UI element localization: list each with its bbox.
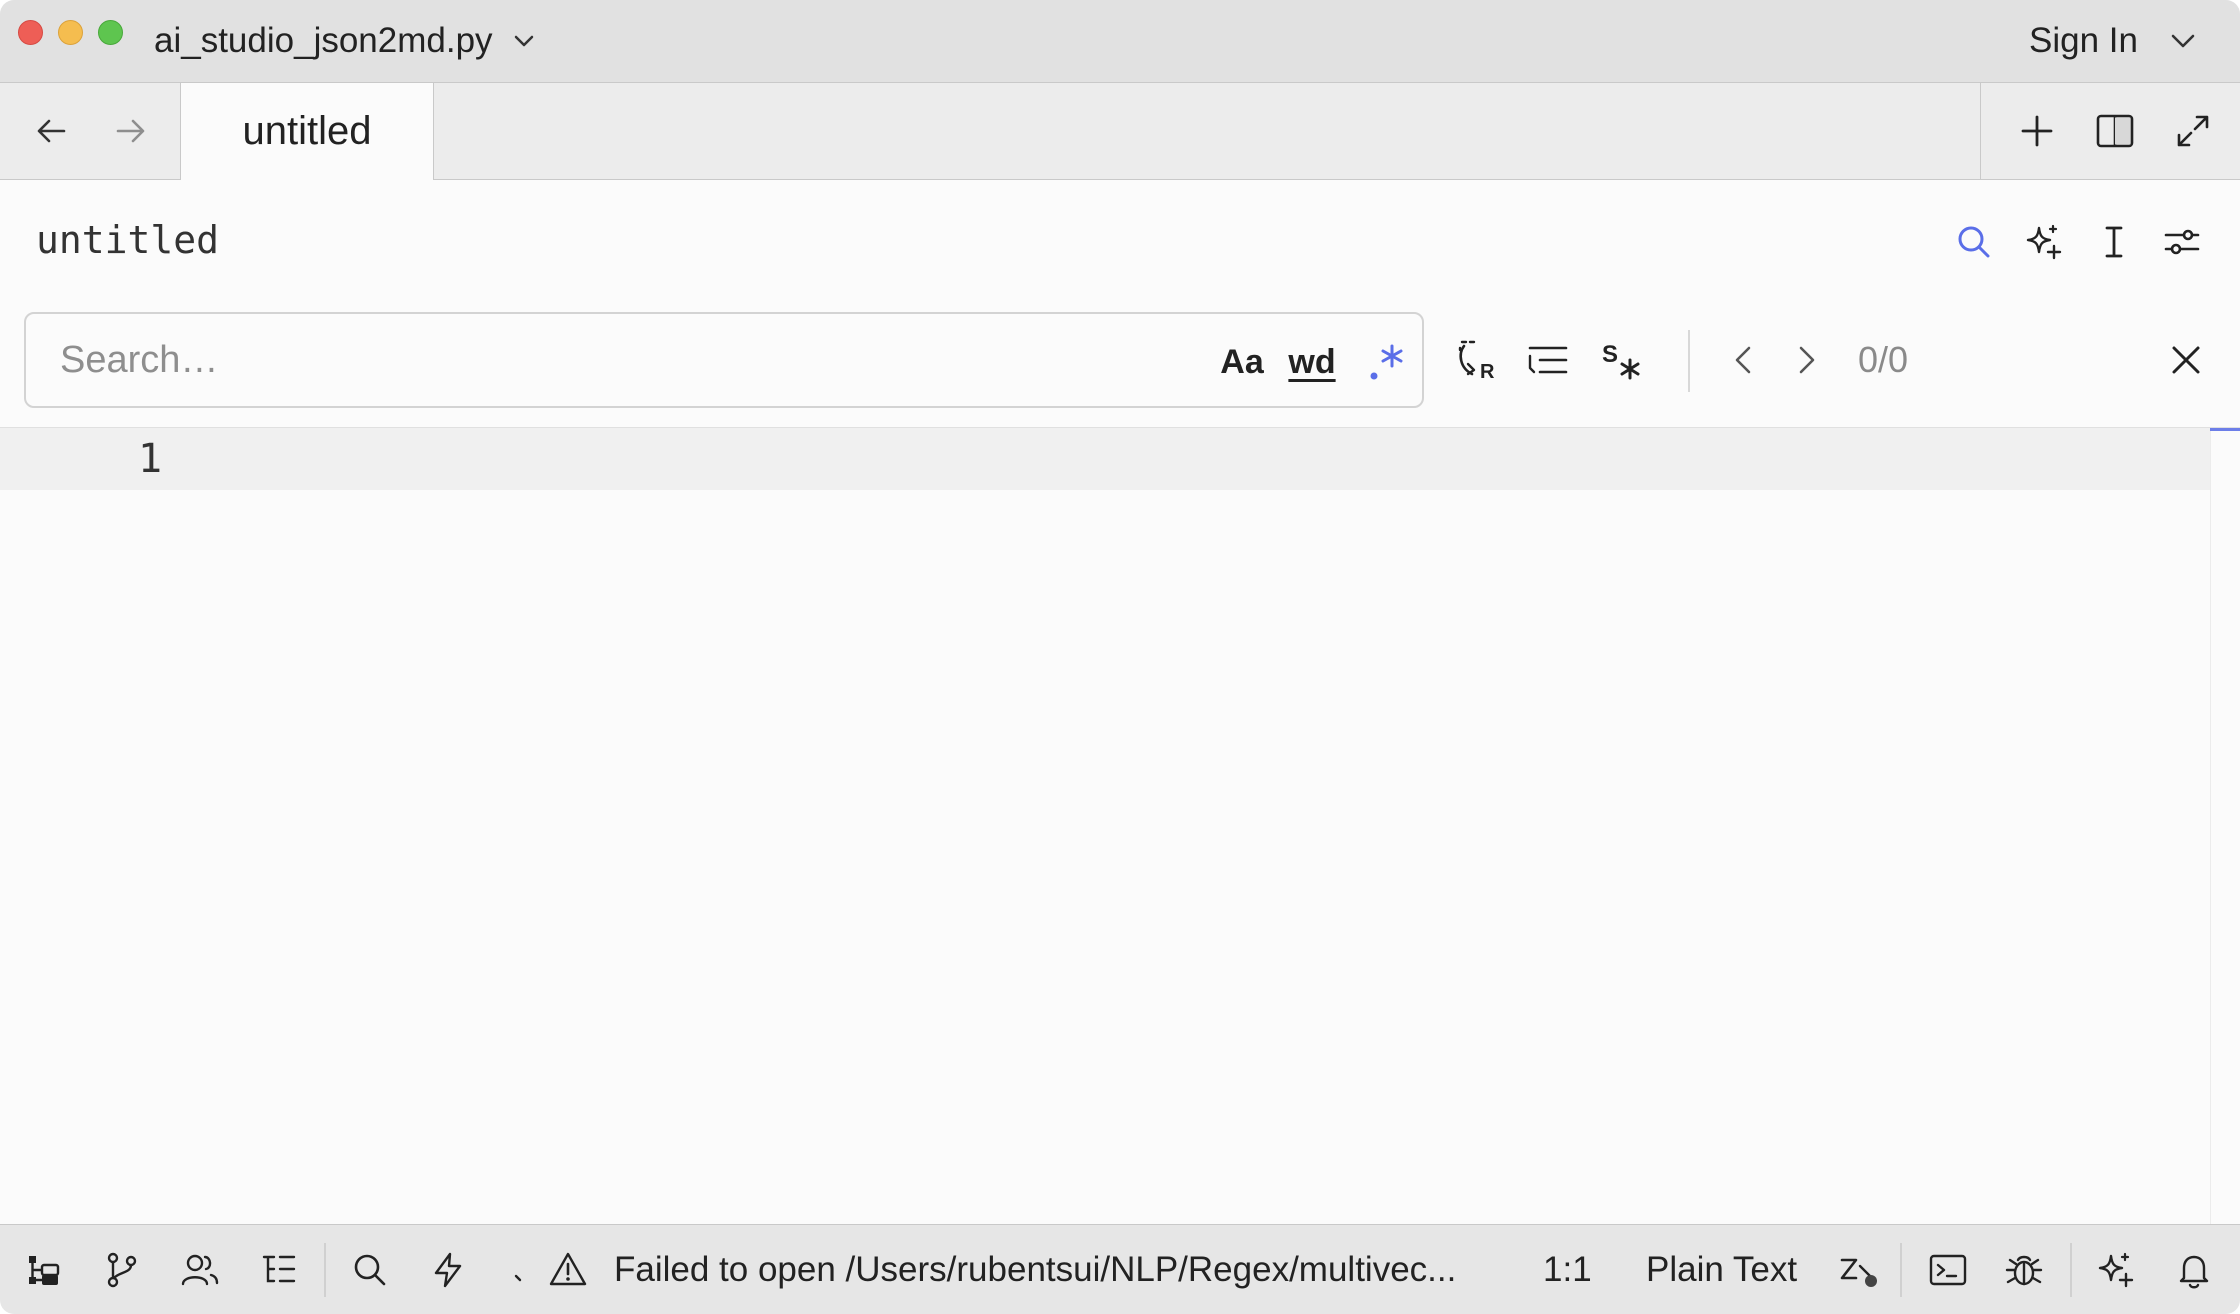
chevron-right-icon [1782, 336, 1830, 384]
minimize-window-button[interactable] [58, 20, 83, 45]
debug-icon [2002, 1248, 2046, 1292]
regex-icon [1364, 340, 1408, 384]
cursor-position[interactable]: 1:1 [1543, 1243, 1592, 1297]
editor-header: untitled Aa [0, 180, 2240, 430]
find-bar-divider [1688, 330, 1690, 392]
terminal-panel-button[interactable] [1926, 1248, 1970, 1292]
git-branch-icon [100, 1248, 144, 1292]
vertical-scrollbar[interactable] [2210, 428, 2240, 1225]
match-case-toggle[interactable]: Aa [1216, 336, 1268, 388]
activity-indicator [500, 1248, 544, 1292]
sparkle-icon [2022, 220, 2066, 264]
close-find-bar-button[interactable] [2162, 336, 2210, 384]
title-bar: ai_studio_json2md.py Sign In [0, 0, 2240, 83]
search-multiline-button[interactable] [1524, 336, 1572, 384]
text-cursor-icon [2092, 220, 2136, 264]
status-bar: Failed to open /Users/rubentsui/NLP/Rege… [0, 1224, 2240, 1314]
notifications-button[interactable] [2172, 1248, 2216, 1292]
chevron-left-icon [1720, 336, 1768, 384]
arrow-left-icon [30, 109, 74, 153]
file-title: untitled [36, 218, 220, 262]
tab-label: untitled [242, 109, 372, 153]
collaboration-panel-button[interactable] [178, 1248, 222, 1292]
tab-bar: untitled [0, 83, 2240, 181]
plus-icon [2015, 109, 2059, 153]
split-pane-icon [2093, 109, 2137, 153]
project-title: ai_studio_json2md.py [154, 21, 493, 60]
editor-text-area[interactable]: 1 [0, 427, 2240, 1225]
select-all-matches-button[interactable]: R [1454, 336, 1502, 384]
cursor-mode-button[interactable] [2092, 220, 2136, 264]
navigate-back-button[interactable] [30, 109, 74, 153]
select-occurrence-icon: R [1454, 336, 1502, 384]
warning-icon [546, 1248, 590, 1292]
terminal-icon [1926, 1248, 1970, 1292]
tab-untitled[interactable]: untitled [180, 83, 434, 181]
status-message[interactable]: Failed to open /Users/rubentsui/NLP/Rege… [614, 1243, 1456, 1297]
chevron-down-icon [2166, 24, 2200, 58]
outline-icon [256, 1248, 300, 1292]
split-pane-button[interactable] [2093, 109, 2137, 153]
match-case-label: Aa [1220, 342, 1264, 381]
bell-icon [2172, 1248, 2216, 1292]
next-match-button[interactable] [1782, 336, 1830, 384]
whole-word-label: wd [1288, 342, 1336, 381]
sign-in-label: Sign In [2029, 21, 2138, 60]
find-bar-query: Aa wd [24, 312, 1424, 408]
search-icon [1952, 220, 1996, 264]
status-divider [2070, 1243, 2072, 1297]
vim-mode-icon [1836, 1248, 1880, 1292]
chevron-down-icon [511, 28, 537, 54]
tab-bar-actions [1980, 83, 2240, 180]
debug-panel-button[interactable] [2002, 1248, 2046, 1292]
error-message-button[interactable] [546, 1248, 590, 1292]
maximize-pane-button[interactable] [2171, 109, 2215, 153]
assistant-panel-button[interactable] [2094, 1248, 2138, 1292]
lightning-icon [426, 1248, 470, 1292]
editor-window: ai_studio_json2md.py Sign In untitled un… [0, 0, 2240, 1314]
vim-mode-button[interactable] [1836, 1248, 1880, 1292]
search-toggle-button[interactable] [1952, 220, 1996, 264]
zoom-window-button[interactable] [98, 20, 123, 45]
status-divider [324, 1243, 326, 1297]
sign-in-button[interactable]: Sign In [2029, 18, 2138, 64]
svg-text:R: R [1480, 361, 1495, 383]
previous-match-button[interactable] [1720, 336, 1768, 384]
sliders-icon [2160, 220, 2204, 264]
arrow-right-icon [108, 109, 152, 153]
multiline-icon [1524, 336, 1572, 384]
collaborators-icon [178, 1248, 222, 1292]
line-number: 1 [137, 436, 163, 482]
project-search-button[interactable] [348, 1248, 392, 1292]
current-line-highlight: 1 [0, 428, 2210, 490]
regex-toggle[interactable] [1362, 336, 1410, 388]
dot-icon [500, 1248, 544, 1292]
project-panel-icon [22, 1248, 66, 1292]
maximize-icon [2171, 109, 2215, 153]
inline-assist-button[interactable] [2022, 220, 2066, 264]
match-count: 0/0 [1858, 339, 1909, 380]
search-icon [348, 1248, 392, 1292]
project-panel-button[interactable] [22, 1248, 66, 1292]
search-regex-mode-button[interactable]: S [1598, 336, 1646, 384]
cursor-position-marker [2210, 428, 2240, 431]
editor-settings-button[interactable] [2160, 220, 2204, 264]
whole-word-toggle[interactable]: wd [1284, 336, 1340, 388]
svg-text:S: S [1602, 341, 1618, 368]
language-selector[interactable]: Plain Text [1646, 1243, 1797, 1297]
close-window-button[interactable] [18, 20, 43, 45]
status-divider [1900, 1243, 1902, 1297]
diagnostics-activity-button[interactable] [426, 1248, 470, 1292]
close-icon [2162, 336, 2210, 384]
new-tab-button[interactable] [2015, 109, 2059, 153]
search-input[interactable] [60, 332, 1160, 388]
navigate-forward-button[interactable] [108, 109, 152, 153]
git-panel-button[interactable] [100, 1248, 144, 1292]
assistant-sparkle-icon [2094, 1248, 2138, 1292]
regex-star-icon: S [1598, 336, 1646, 384]
user-menu-button[interactable] [2166, 24, 2200, 58]
outline-panel-button[interactable] [256, 1248, 300, 1292]
project-switcher[interactable]: ai_studio_json2md.py [154, 18, 537, 64]
